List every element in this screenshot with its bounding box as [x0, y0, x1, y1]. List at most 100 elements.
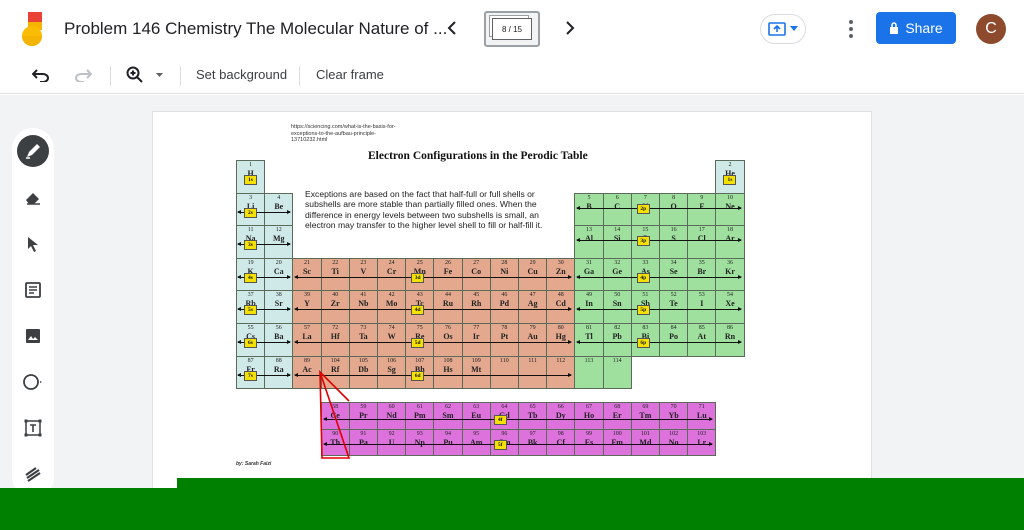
atomic-number: 35	[698, 259, 705, 266]
atomic-number: 77	[473, 325, 480, 331]
atomic-number: 37	[247, 292, 254, 299]
zoom-dropdown[interactable]	[152, 64, 166, 86]
element-cell: 26 Fe	[433, 257, 463, 292]
share-label: Share	[905, 20, 943, 36]
atomic-number: 49	[585, 292, 592, 299]
atomic-number: 10	[726, 194, 733, 201]
element-symbol: Fe	[443, 266, 453, 276]
atomic-number: 59	[360, 404, 367, 410]
atomic-number: 15	[642, 227, 649, 234]
atomic-number: 80	[557, 325, 564, 331]
sticky-note-tool[interactable]	[17, 274, 49, 306]
set-background-button[interactable]: Set background	[196, 67, 287, 82]
element-cell: 91 Pa	[348, 428, 378, 457]
element-cell: 60 Nd	[377, 402, 407, 430]
atomic-number: 65	[529, 404, 536, 410]
laser-icon	[25, 467, 41, 482]
element-cell: 92 U	[377, 428, 407, 457]
atomic-number: 95	[473, 430, 480, 437]
element-cell: 109 Mt	[461, 355, 491, 390]
pen-tool[interactable]	[17, 135, 49, 167]
subshell-label: 6d	[411, 370, 425, 381]
atomic-number: 6	[615, 194, 619, 201]
redo-button[interactable]	[72, 64, 94, 86]
element-symbol: Ge	[612, 266, 623, 276]
subshell-label: 3s	[244, 240, 257, 251]
element-cell: 100 Fm	[602, 428, 632, 457]
next-frame-button[interactable]	[558, 16, 582, 40]
element-cell: 28 Ni	[489, 257, 519, 292]
document-title[interactable]: Problem 146 Chemistry The Molecular Natu…	[64, 19, 447, 39]
subshell-label: 2s	[244, 207, 257, 218]
element-symbol: Ru	[442, 299, 454, 309]
element-cell: 50 Sn	[602, 290, 632, 324]
atomic-number: 96	[501, 430, 508, 437]
atomic-number: 114	[612, 357, 622, 364]
add-image-tool[interactable]	[17, 320, 49, 352]
atomic-number: 52	[670, 292, 677, 299]
element-cell: 69 Tm	[630, 402, 660, 430]
subshell-arrow	[294, 307, 573, 312]
subshell-arrow	[576, 205, 742, 210]
element-cell: 22 Ti	[320, 257, 350, 292]
element-cell: 46 Pd	[489, 290, 519, 324]
subshell-label: 4p	[636, 272, 650, 283]
atomic-number: 98	[557, 430, 564, 437]
zoom-button[interactable]	[124, 64, 146, 86]
present-icon	[768, 22, 786, 36]
table-title: Electron Configurations in the Perodic T…	[368, 150, 588, 162]
element-symbol: Ir	[472, 332, 480, 341]
atomic-number: 7	[643, 194, 647, 201]
element-cell: 29 Cu	[518, 257, 548, 292]
element-symbol: Au	[527, 332, 538, 341]
atomic-number: 43	[416, 292, 423, 299]
element-symbol: Te	[669, 299, 678, 309]
element-cell: 85 At	[687, 323, 717, 357]
atomic-number: 78	[501, 325, 508, 331]
previous-frame-button[interactable]	[440, 16, 464, 40]
select-tool[interactable]	[17, 228, 49, 260]
atomic-number: 48	[557, 292, 564, 299]
more-options-button[interactable]	[844, 16, 858, 42]
atomic-number: 39	[303, 292, 310, 299]
share-button[interactable]: Share	[876, 12, 956, 44]
atomic-number: 53	[698, 292, 705, 299]
atomic-number: 110	[500, 357, 509, 364]
caret-down-icon	[790, 26, 798, 31]
atomic-number: 92	[388, 430, 395, 437]
element-cell: 42 Mo	[377, 290, 407, 324]
undo-button[interactable]	[30, 64, 52, 86]
atomic-number: 12	[275, 227, 282, 234]
element-cell: 93 Np	[405, 428, 435, 457]
atomic-number: 64	[501, 404, 508, 410]
element-symbol: Ti	[331, 266, 339, 276]
atomic-number: 8	[672, 194, 676, 201]
atomic-number: 36	[726, 259, 733, 266]
atomic-number: 16	[670, 227, 677, 234]
element-symbol: Hf	[330, 332, 340, 341]
atomic-number: 56	[275, 325, 282, 331]
element-cell: 6C	[602, 192, 632, 227]
atomic-number: 75	[416, 325, 423, 331]
eraser-tool[interactable]	[17, 182, 49, 214]
element-symbol: F	[699, 201, 705, 211]
avatar[interactable]: C	[976, 14, 1006, 44]
clear-frame-button[interactable]: Clear frame	[316, 67, 384, 82]
atomic-number: 40	[332, 292, 339, 299]
element-symbol: Pd	[499, 299, 510, 309]
atomic-number: 60	[388, 404, 395, 410]
atomic-number: 91	[360, 430, 367, 437]
atomic-number: 29	[529, 259, 536, 266]
frame-bar-toggle[interactable]: 8 / 15	[484, 11, 540, 47]
element-cell: 84 Po	[659, 323, 689, 357]
atomic-number: 47	[529, 292, 536, 299]
element-cell: 14 Si	[602, 225, 632, 259]
atomic-number: 45	[473, 292, 480, 299]
present-button[interactable]	[760, 14, 806, 44]
atomic-number: 82	[614, 325, 621, 331]
shape-tool[interactable]	[17, 366, 49, 398]
laser-tool[interactable]	[17, 458, 49, 490]
text-box-tool[interactable]	[17, 412, 49, 444]
element-cell: 61 Pm	[405, 402, 435, 430]
element-cell: 35 Br	[687, 257, 717, 292]
